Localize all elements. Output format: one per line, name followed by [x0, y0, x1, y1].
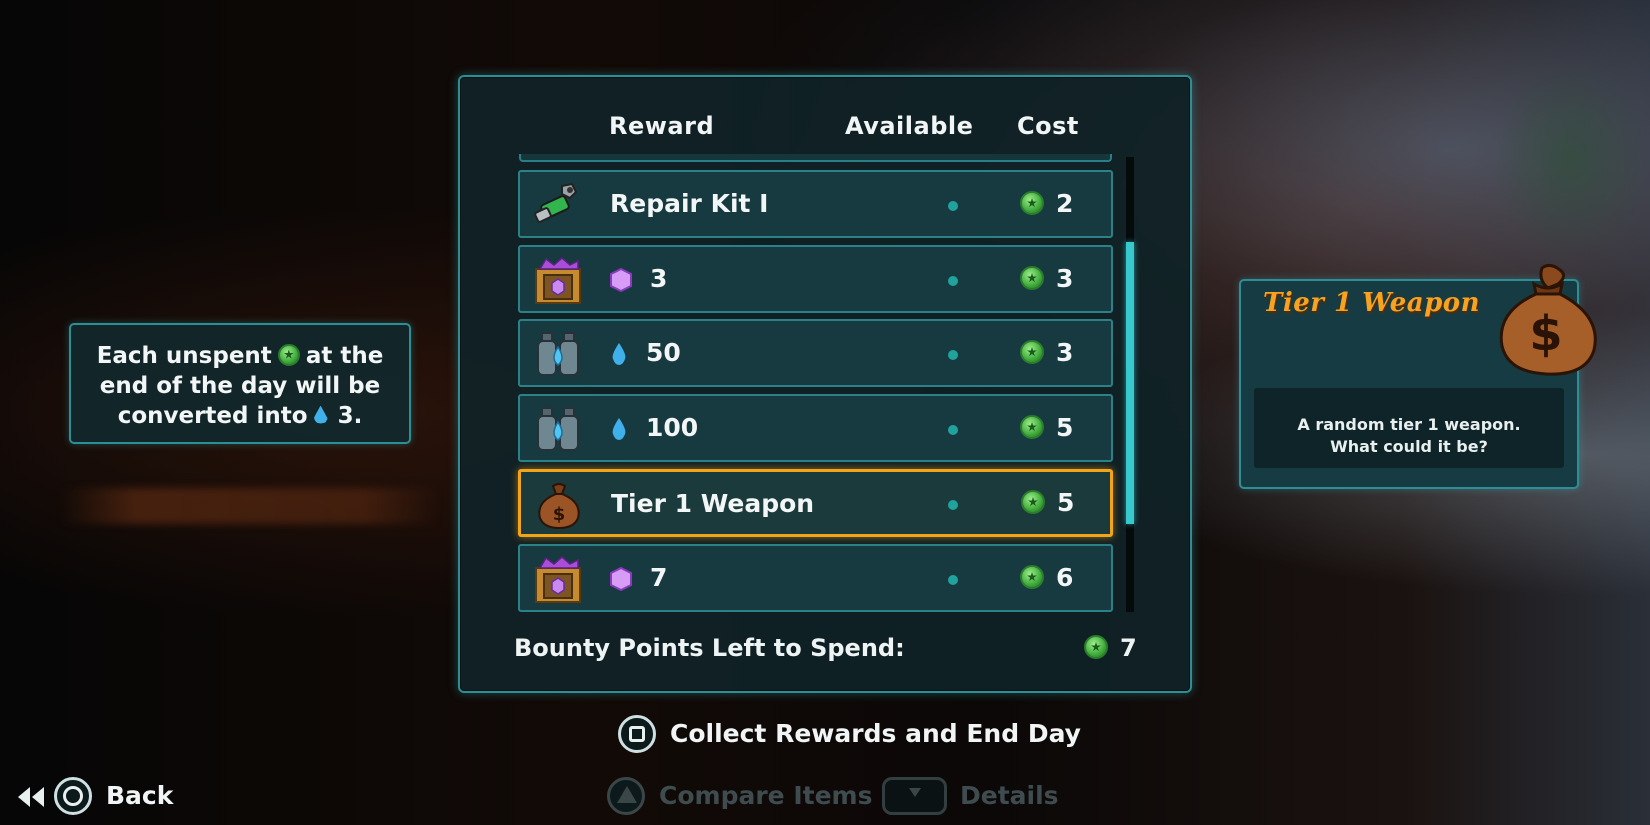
column-header-cost: Cost: [1017, 112, 1079, 140]
bounty-coin-icon: [277, 343, 300, 366]
money-bag-icon: $: [538, 483, 580, 530]
reward-label: Repair Kit I: [610, 189, 769, 218]
column-header-available: Available: [845, 112, 974, 140]
touchpad-button-icon: [882, 777, 947, 815]
available-indicator: [948, 500, 958, 510]
reward-cost: 3: [1020, 321, 1073, 385]
reward-cost: 6: [1020, 546, 1073, 610]
square-button-icon[interactable]: [618, 715, 656, 753]
bounty-coin-icon: [1020, 340, 1044, 364]
bounty-coin-icon: [1021, 490, 1045, 514]
reward-cost: 3: [1020, 247, 1073, 311]
reward-label: 7: [610, 546, 667, 610]
money-bag-icon: $: [1499, 263, 1597, 376]
scrollbar-thumb[interactable]: [1126, 242, 1134, 524]
info-line-2: end of the day will be: [99, 373, 381, 399]
gem-icon: [610, 268, 632, 292]
water-drop-icon: [313, 405, 328, 424]
column-header-reward: Reward: [609, 112, 715, 140]
reward-row-water-50[interactable]: 50 3: [518, 319, 1113, 387]
reward-row-gems-3[interactable]: 3 3: [518, 245, 1113, 313]
reward-row-repair-kit[interactable]: Repair Kit I 2: [518, 170, 1113, 238]
svg-text:$: $: [1529, 306, 1562, 362]
reward-label: 50: [610, 321, 681, 385]
background-glow: [60, 488, 440, 524]
collect-rewards-button[interactable]: Collect Rewards and End Day: [670, 719, 1081, 748]
reward-row-water-100[interactable]: 100 5: [518, 394, 1113, 462]
water-tank-icon: [537, 407, 579, 451]
background-foliage: [1490, 60, 1650, 260]
info-line-1: Each unspent at the: [96, 343, 384, 369]
circle-button-icon[interactable]: [54, 777, 92, 815]
reward-cost: 2: [1020, 172, 1073, 236]
list-row-partial: [519, 154, 1112, 162]
available-indicator: [948, 425, 958, 435]
gem-crate-icon: [535, 257, 581, 304]
bounty-coin-icon: [1020, 266, 1044, 290]
bounty-coin-icon: [1084, 635, 1108, 659]
gem-crate-icon: [535, 556, 581, 603]
bounty-coin-icon: [1020, 191, 1044, 215]
reward-row-tier-1-weapon[interactable]: $ Tier 1 Weapon 5: [518, 469, 1113, 537]
available-indicator: [948, 575, 958, 585]
conversion-info-box: Each unspent at the end of the day will b…: [69, 323, 411, 444]
water-tank-icon: [537, 332, 579, 376]
item-detail-title: Tier 1 Weapon: [1263, 288, 1481, 318]
bounty-points-label: Bounty Points Left to Spend:: [514, 634, 905, 662]
reward-label: 100: [610, 396, 698, 460]
reward-cost: 5: [1020, 396, 1073, 460]
triangle-button-icon: [607, 777, 645, 815]
available-indicator: [948, 201, 958, 211]
water-drop-icon: [612, 418, 626, 440]
back-button[interactable]: Back: [106, 781, 173, 810]
repair-kit-icon: [534, 182, 578, 223]
bounty-points-value: 7: [1084, 634, 1137, 662]
back-arrows-icon: [18, 787, 44, 807]
details-button: Details: [960, 781, 1059, 810]
water-drop-icon: [612, 343, 626, 365]
available-indicator: [948, 276, 958, 286]
bounty-coin-icon: [1020, 565, 1044, 589]
gem-icon: [610, 567, 632, 591]
available-indicator: [948, 350, 958, 360]
reward-cost: 5: [1021, 471, 1074, 535]
svg-text:$: $: [553, 504, 566, 525]
compare-items-button: Compare Items: [659, 781, 873, 810]
info-line-3: converted into 3.: [117, 403, 363, 429]
reward-row-gems-7[interactable]: 7 6: [518, 544, 1113, 612]
reward-label: Tier 1 Weapon: [611, 489, 815, 518]
reward-label: 3: [610, 247, 667, 311]
bounty-coin-icon: [1020, 415, 1044, 439]
item-description: A random tier 1 weapon. What could it be…: [1297, 415, 1521, 456]
